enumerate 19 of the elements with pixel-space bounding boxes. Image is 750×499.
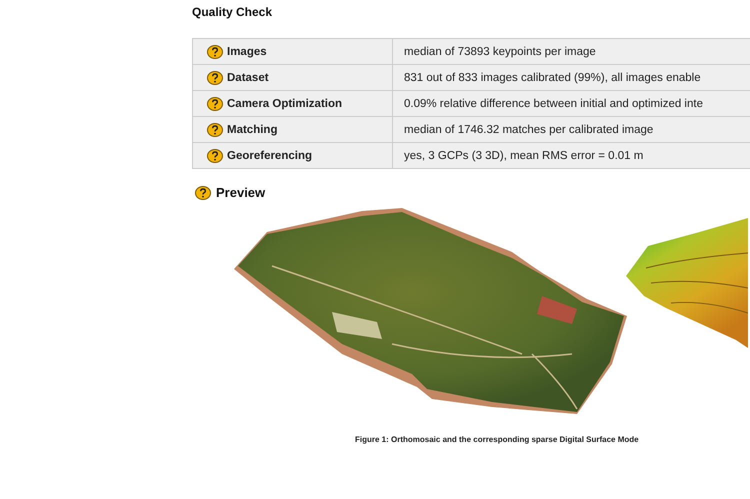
table-cell-text: 0.09% relative difference between initial and optimized inte	[403, 96, 704, 112]
preview-title: Preview	[216, 185, 266, 200]
help-icon[interactable]	[207, 44, 223, 58]
help-icon[interactable]	[207, 70, 223, 84]
help-icon[interactable]	[195, 186, 211, 200]
help-icon[interactable]	[207, 148, 223, 162]
help-icon[interactable]	[207, 96, 223, 110]
help-icon[interactable]	[207, 122, 223, 136]
row-label: Matching	[227, 124, 278, 136]
table-cell-text: median of 1746.32 matches per calibrated image	[403, 122, 654, 138]
figure-caption: Figure 1: Orthomosaic and the corresponding sparse Digital Surface Mode	[354, 435, 640, 444]
section-title: Quality Check	[192, 4, 274, 21]
row-label: Images	[227, 46, 267, 58]
table-cell-text: median of 73893 keypoints per image	[403, 44, 597, 60]
table-cell-text: yes, 3 GCPs (3 3D), mean RMS error = 0.01 m	[403, 148, 644, 164]
row-label: Dataset	[227, 72, 269, 84]
table-cell-text: 831 out of 833 images calibrated (99%), all images enable	[403, 70, 702, 86]
row-label: Georeferencing	[227, 150, 312, 162]
row-label: Camera Optimization	[227, 98, 342, 110]
